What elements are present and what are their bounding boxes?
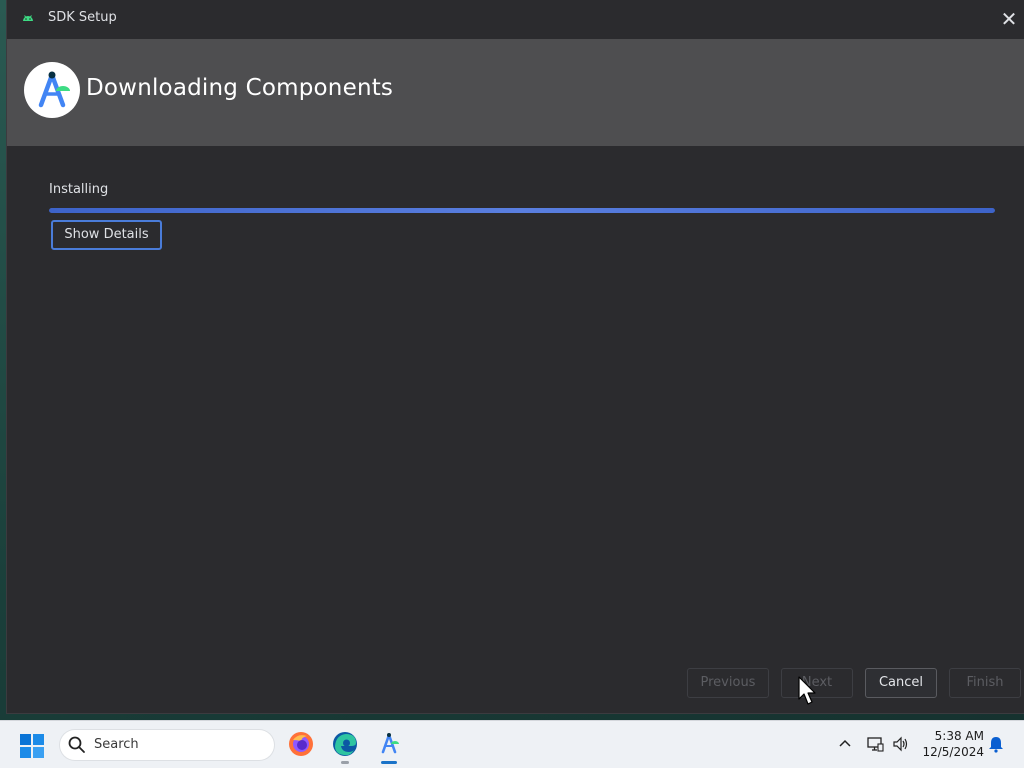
close-icon: ✕ (1000, 7, 1018, 31)
progress-bar (49, 208, 995, 213)
finish-button[interactable]: Finish (949, 668, 1021, 698)
edge-running-indicator (341, 761, 349, 764)
android-studio-logo (24, 62, 80, 118)
system-clock[interactable]: 5:38 AM 12/5/2024 (920, 728, 984, 760)
windows-start-icon[interactable] (20, 734, 44, 758)
search-icon (68, 736, 85, 753)
wizard-content: Installing Show Details Previous Next Ca… (7, 146, 1024, 713)
page-title: Downloading Components (86, 75, 394, 101)
cancel-button[interactable]: Cancel (865, 668, 937, 698)
chevron-up-icon[interactable] (836, 735, 854, 753)
mouse-cursor-icon (798, 676, 816, 705)
previous-button[interactable]: Previous (687, 668, 769, 698)
wizard-header: Downloading Components (7, 39, 1024, 146)
active-app-indicator (381, 761, 397, 764)
firefox-icon[interactable] (288, 731, 314, 757)
android-studio-icon[interactable] (376, 731, 402, 757)
show-details-button[interactable]: Show Details (51, 220, 162, 250)
close-button[interactable]: ✕ (994, 4, 1024, 34)
taskbar-search[interactable]: Search (60, 730, 274, 760)
sdk-setup-window: SDK Setup ✕ Downloading Components Insta… (7, 0, 1024, 713)
progress-fill (49, 208, 995, 213)
taskbar: Search 5:38 AM 12/5/2024 (0, 720, 1024, 768)
clock-time: 5:38 AM (934, 729, 984, 743)
title-bar: SDK Setup ✕ (7, 0, 1024, 39)
android-icon (23, 15, 33, 21)
clock-date: 12/5/2024 (922, 745, 984, 759)
network-icon[interactable] (866, 735, 884, 753)
window-title: SDK Setup (48, 10, 117, 25)
status-label: Installing (49, 182, 109, 197)
notification-bell-icon[interactable] (987, 735, 1005, 753)
edge-icon[interactable] (332, 731, 358, 757)
search-placeholder: Search (94, 737, 139, 752)
volume-icon[interactable] (892, 735, 910, 753)
